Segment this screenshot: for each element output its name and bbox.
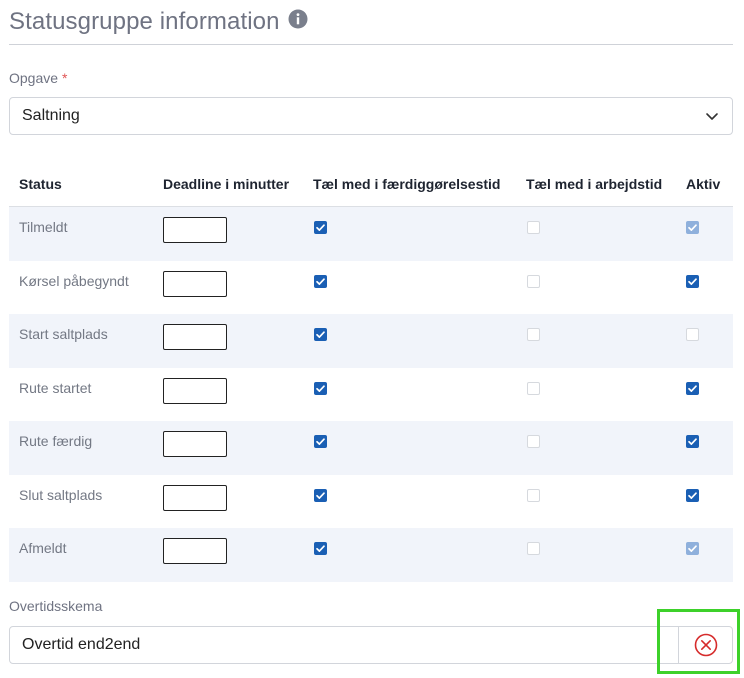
column-status: Status — [19, 176, 62, 192]
column-deadline: Deadline i minutter — [163, 176, 290, 192]
overtime-value: Overtid end2end — [22, 636, 141, 653]
chevron-down-icon — [706, 113, 718, 120]
work-time-checkbox — [527, 435, 540, 448]
completion-time-checkbox[interactable] — [314, 381, 327, 395]
table-header: Status Deadline i minutter Tæl med i fær… — [9, 162, 733, 207]
task-select-value: Saltning — [22, 107, 80, 124]
info-icon[interactable] — [288, 9, 308, 29]
active-checkbox[interactable] — [686, 435, 699, 448]
work-time-checkbox — [527, 542, 540, 555]
work-time-checkbox — [527, 381, 540, 395]
deadline-input[interactable] — [163, 431, 227, 457]
page-header: Statusgruppe information — [9, 8, 308, 36]
table-row: Afmeldt — [9, 528, 733, 582]
active-checkbox — [686, 221, 699, 234]
status-name: Rute færdig — [19, 433, 93, 449]
active-checkbox[interactable] — [686, 381, 699, 395]
deadline-input[interactable] — [163, 377, 227, 404]
active-checkbox — [686, 542, 699, 555]
status-name: Start saltplads — [19, 326, 108, 342]
table-row: Rute startet — [9, 368, 733, 422]
status-name: Kørsel påbegyndt — [19, 272, 129, 289]
deadline-input[interactable] — [163, 484, 227, 511]
page-title: Statusgruppe information — [9, 8, 280, 35]
work-time-checkbox — [527, 488, 540, 502]
active-checkbox[interactable] — [686, 328, 699, 341]
task-label: Opgave * — [9, 70, 68, 86]
completion-time-checkbox[interactable] — [314, 328, 327, 341]
highlight-box — [657, 609, 740, 674]
status-name: Slut saltplads — [19, 486, 103, 503]
table-row: Start saltplads — [9, 314, 733, 368]
table-row: Rute færdig — [9, 421, 733, 475]
required-marker: * — [61, 70, 68, 86]
column-work-time: Tæl med i arbejdstid — [526, 176, 663, 192]
status-name: Tilmeldt — [19, 219, 68, 235]
table-row: Slut saltplads — [9, 475, 733, 529]
completion-time-checkbox[interactable] — [314, 542, 327, 555]
deadline-input[interactable] — [163, 538, 227, 564]
completion-time-checkbox[interactable] — [314, 488, 327, 502]
completion-time-checkbox[interactable] — [314, 221, 327, 234]
completion-time-checkbox[interactable] — [314, 435, 327, 448]
deadline-input[interactable] — [163, 270, 227, 297]
status-name: Rute startet — [19, 379, 92, 396]
column-completion-time: Tæl med i færdiggørelsestid — [313, 176, 501, 192]
work-time-checkbox — [527, 274, 540, 288]
work-time-checkbox — [527, 328, 540, 341]
task-select[interactable]: Saltning — [9, 97, 733, 135]
table-row: Kørsel påbegyndt — [9, 261, 733, 315]
title-divider — [9, 44, 733, 45]
overtime-select[interactable]: Overtid end2end — [9, 626, 679, 664]
deadline-input[interactable] — [163, 217, 227, 243]
active-checkbox[interactable] — [686, 488, 699, 502]
status-name: Afmeldt — [19, 540, 67, 556]
status-table-body: Tilmeldt Kørsel påbegyndt Start saltplads R… — [9, 207, 733, 582]
column-active: Aktiv — [686, 176, 721, 192]
active-checkbox[interactable] — [686, 274, 699, 288]
completion-time-checkbox[interactable] — [314, 274, 327, 288]
deadline-input[interactable] — [163, 324, 227, 350]
overtime-label: Overtidsskema — [9, 598, 103, 614]
work-time-checkbox — [527, 221, 540, 234]
table-row: Tilmeldt — [9, 207, 733, 261]
